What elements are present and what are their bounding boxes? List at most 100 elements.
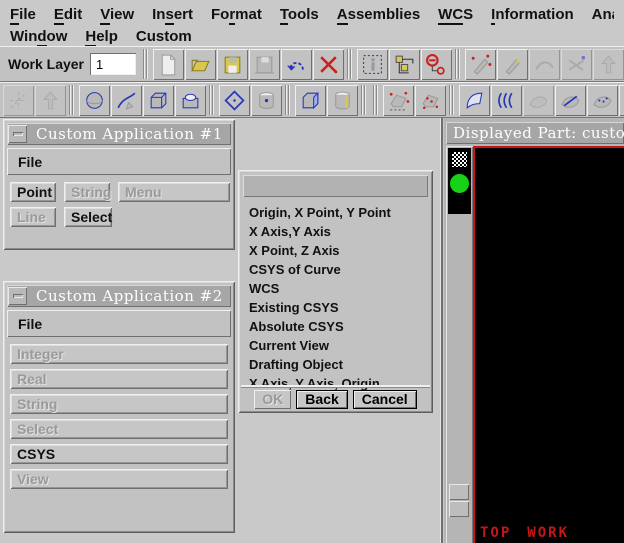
arrow-gray-icon [597, 53, 620, 76]
undo-button[interactable] [281, 49, 312, 80]
graphics-viewport[interactable]: TOP WORK [473, 146, 624, 543]
csys-method-item[interactable]: Absolute CSYS [241, 317, 430, 336]
extrude-button[interactable] [295, 85, 326, 116]
fit-points-button[interactable] [415, 85, 446, 116]
section-surface-button[interactable] [555, 85, 586, 116]
menu-tools[interactable]: Tools [280, 6, 319, 23]
menu-button: Menu [118, 182, 230, 202]
menu-row-2: Window Help Custom [10, 25, 614, 47]
suppress-component-button[interactable] [421, 49, 452, 80]
toolbar-separator [448, 85, 456, 115]
open-part-button[interactable] [185, 49, 216, 80]
menu-window[interactable]: Window [10, 28, 67, 45]
menu-assemblies[interactable]: Assemblies [337, 6, 420, 23]
menu-help[interactable]: Help [85, 28, 118, 45]
sphere-button[interactable] [79, 85, 110, 116]
string-button: String [10, 394, 228, 414]
window1-title: Custom Application #1 [29, 125, 223, 143]
datum-csys-button [3, 85, 34, 116]
menu-information[interactable]: Information [491, 6, 574, 23]
back-button[interactable]: Back [296, 390, 347, 409]
csys-method-item[interactable]: Drafting Object [241, 355, 430, 374]
pencil-gray-icon [501, 53, 524, 76]
save-part-button[interactable] [217, 49, 248, 80]
csys-method-item[interactable]: CSYS of Curve [241, 260, 430, 279]
cyl-yellow-icon [331, 89, 354, 112]
instance-feature-button [35, 85, 66, 116]
boss-button[interactable] [175, 85, 206, 116]
ok-button: OK [254, 390, 291, 409]
work-view-label: WORK [527, 525, 569, 541]
sheet-blue-icon [463, 89, 486, 112]
sweep-tool-button [593, 49, 624, 80]
cylinder-button[interactable] [327, 85, 358, 116]
toolbar-separator [454, 49, 462, 79]
csys-method-item[interactable]: X Point, Z Axis [241, 241, 430, 260]
view-button: View [10, 469, 228, 489]
new-part-button[interactable] [153, 49, 184, 80]
menu-format[interactable]: Format [211, 6, 262, 23]
ruled-surface-button[interactable] [459, 85, 490, 116]
window2-file-menu[interactable]: File [18, 316, 42, 332]
csys-method-item[interactable]: WCS [241, 279, 430, 298]
csys-method-item[interactable]: Origin, X Point, Y Point [241, 203, 430, 222]
assembly-navigator-button[interactable] [389, 49, 420, 80]
strip-handle[interactable] [449, 501, 469, 517]
strip-handle[interactable] [449, 484, 469, 500]
window2-menu-bar: File [7, 310, 231, 337]
minimize-button[interactable] [8, 125, 27, 143]
graphics-title-bar[interactable]: Displayed Part: custo [446, 122, 624, 144]
patch-red-icon [387, 89, 410, 112]
main-toolbar: Work Layer [0, 46, 624, 82]
window1-title-bar[interactable]: Custom Application #1 [7, 123, 231, 145]
window1-file-menu[interactable]: File [18, 154, 42, 170]
menu-file[interactable]: File [10, 6, 36, 23]
information-button[interactable] [357, 49, 388, 80]
graphics-window-title: Displayed Part: custo [446, 124, 624, 142]
measure-gray-icon [565, 53, 588, 76]
menu-analysis[interactable]: Analysis [592, 6, 614, 23]
save-options-button[interactable] [249, 49, 280, 80]
csys-method-item[interactable]: Existing CSYS [241, 298, 430, 317]
status-panel [448, 148, 471, 214]
revolve-button[interactable] [251, 85, 282, 116]
folder-icon [189, 53, 212, 76]
view-border-strip [446, 146, 473, 543]
csys-method-item[interactable]: X Axis,Y Axis [241, 222, 430, 241]
menu-wcs[interactable]: WCS [438, 6, 473, 23]
point-button[interactable]: Point [10, 182, 56, 202]
point-cloud-button[interactable] [383, 85, 414, 116]
select-button[interactable]: Select [64, 207, 112, 227]
view-labels: TOP WORK [480, 525, 569, 541]
line-arc-button[interactable] [111, 85, 142, 116]
csys-method-item[interactable]: Current View [241, 336, 430, 355]
sketch-button[interactable] [465, 49, 496, 80]
modeling-toolbar [0, 82, 624, 118]
mesh-dots-icon [591, 89, 614, 112]
graphics-window: Displayed Part: custo TOP WORK [440, 118, 624, 543]
curve-mesh-button[interactable] [587, 85, 618, 116]
csys-method-list: Origin, X Point, Y PointX Axis,Y AxisX P… [241, 203, 430, 393]
menu-edit[interactable]: Edit [54, 6, 82, 23]
menu-view[interactable]: View [100, 6, 134, 23]
menu-insert[interactable]: Insert [152, 6, 193, 23]
window2-title: Custom Application #2 [29, 287, 223, 305]
grid-surface-button[interactable] [619, 85, 624, 116]
sheets-icon [495, 89, 518, 112]
csys-button[interactable]: CSYS [10, 444, 228, 464]
minimize-button[interactable] [8, 287, 27, 305]
cancel-button[interactable]: Cancel [353, 390, 417, 409]
work-layer-input[interactable] [90, 53, 136, 75]
through-curves-button[interactable] [491, 85, 522, 116]
tree-icon [393, 53, 416, 76]
window2-title-bar[interactable]: Custom Application #2 [7, 285, 231, 307]
datum-plane-button[interactable] [219, 85, 250, 116]
info-icon [361, 53, 384, 76]
delete-button[interactable] [313, 49, 344, 80]
menu-custom[interactable]: Custom [136, 28, 192, 45]
custom-application-1-window: Custom Application #1 File PointStringMe… [3, 119, 235, 250]
sketch-curve-button[interactable] [497, 49, 528, 80]
block-button[interactable] [143, 85, 174, 116]
block-blue-icon [299, 89, 322, 112]
select-button: Select [10, 419, 228, 439]
